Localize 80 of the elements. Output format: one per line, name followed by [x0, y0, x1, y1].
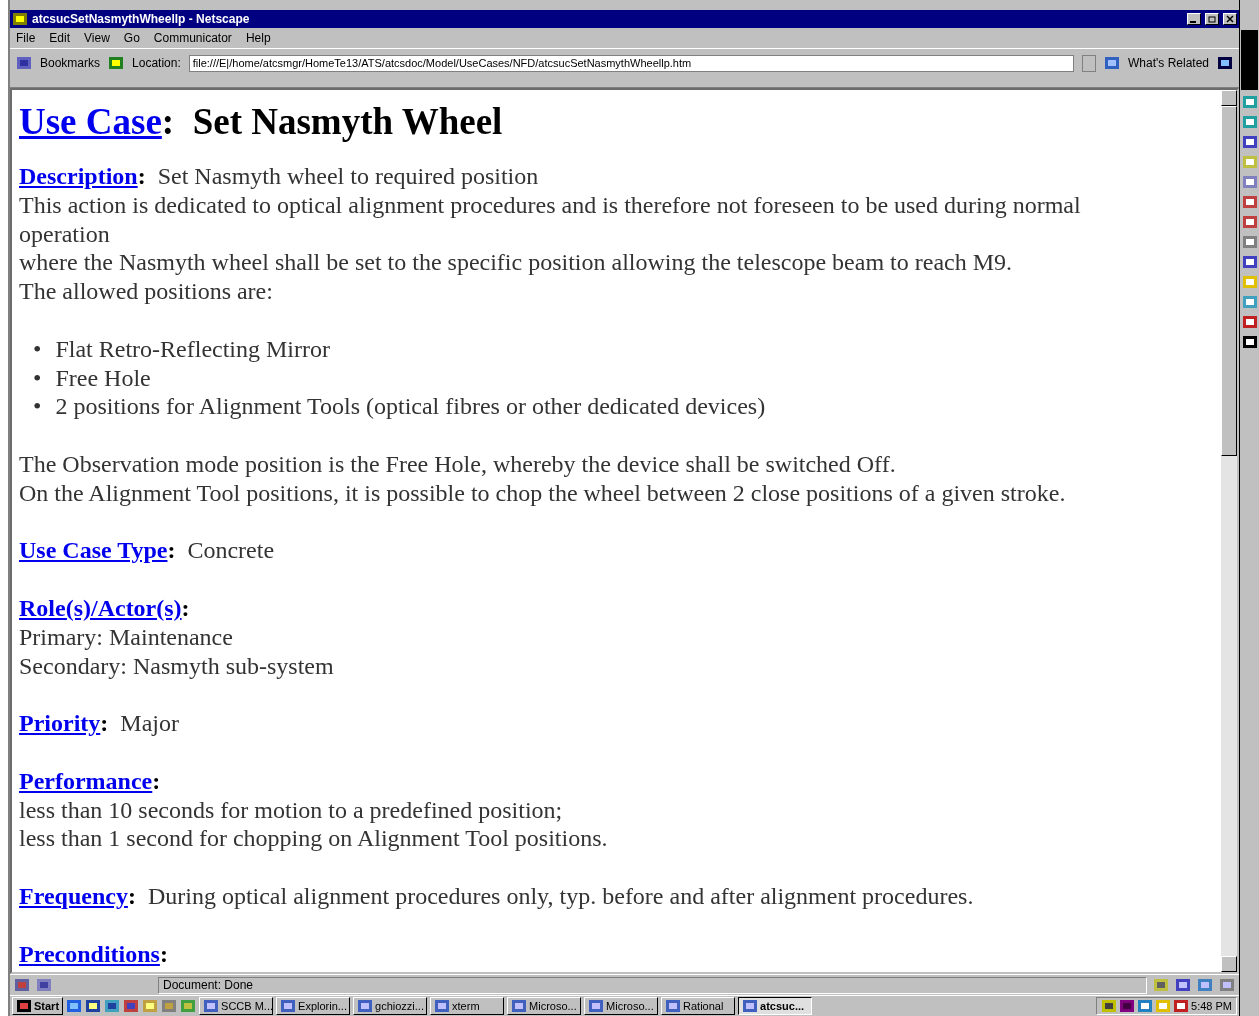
use-case-link[interactable]: Use Case — [19, 101, 162, 142]
menu-item[interactable]: File — [16, 31, 36, 45]
window-icon — [511, 998, 528, 1014]
taskbar-button[interactable]: gchiozzi... — [353, 997, 428, 1015]
taskbar-button[interactable]: SCCB M... — [199, 997, 274, 1015]
colon: : — [152, 767, 161, 794]
taskbar-button[interactable]: Microso... — [584, 997, 659, 1015]
toolbar-icon[interactable] — [1241, 254, 1258, 270]
field-label-link[interactable]: Preconditions — [19, 940, 160, 967]
text-line: The Observation mode position is the Free Hole, whereby the device shall be switched Off. — [19, 449, 897, 479]
field-label-link[interactable]: Frequency — [19, 882, 128, 909]
bullet: • — [33, 363, 42, 393]
menu-item[interactable]: Help — [245, 31, 271, 45]
page-title: Set Nasmyth Wheel — [191, 101, 503, 142]
window-icon — [280, 998, 297, 1014]
field-label-link[interactable]: Performance — [19, 767, 153, 794]
text-line: On the Alignment Tool positions, it is possible to chop the wheel between 2 close positions of a given stroke. — [19, 478, 1067, 508]
text-line: The allowed positions are: — [19, 277, 274, 306]
field-value: Concrete — [186, 537, 275, 564]
window-title: atcsucSetNasmythWheellp - Netscape — [32, 12, 251, 26]
tray-icon[interactable] — [1119, 998, 1136, 1014]
field-value: During optical alignment procedures only, typ. before and after alignment procedures. — [146, 882, 974, 909]
bullet-item: 2 positions for Alignment Tools (optical fibres or other dedicated devices) — [55, 392, 766, 422]
colon: : — [127, 882, 136, 909]
taskbar-button[interactable]: Rational — [661, 997, 736, 1015]
location-field[interactable]: file:///E|/home/atcsmgr/HomeTe13/ATS/atcsdoc/Model/UseCases/NFD/atcsucSetNasmythWheellp.htm — [188, 54, 1074, 72]
close-button[interactable] — [1223, 13, 1237, 25]
window-icon — [742, 998, 759, 1014]
text-line: Secondary: Nasmyth sub-system — [19, 651, 335, 681]
window-icon — [434, 998, 451, 1014]
colon: : — [137, 163, 146, 189]
window-icon — [665, 998, 682, 1014]
text-line: less than 1 second for chopping on Alignment Tool positions. — [19, 824, 609, 854]
taskbar-button[interactable]: atcsuc... — [738, 997, 813, 1015]
start-button[interactable]: Start — [12, 997, 64, 1015]
toolbar-icon[interactable] — [1241, 134, 1258, 150]
text-line: where the Nasmyth wheel shall be set to the specific position allowing the telescope beam to reach M9. — [19, 248, 1014, 278]
toolbar-icon[interactable] — [1241, 314, 1258, 330]
restore-button[interactable] — [1205, 13, 1219, 25]
whats-related-button[interactable]: What's Related — [1128, 56, 1209, 70]
bookmarks-button[interactable]: Bookmarks — [40, 56, 101, 70]
field-value: Set Nasmyth wheel to required position — [156, 163, 539, 189]
taskbar-button[interactable]: xterm — [430, 997, 505, 1015]
colon: : — [159, 940, 168, 967]
menu-item[interactable]: Edit — [49, 31, 71, 45]
text-line: less than 10 seconds for motion to a predefined position; — [19, 795, 564, 825]
minimize-button[interactable] — [1187, 13, 1201, 25]
restore-icon — [1208, 15, 1216, 23]
bullet-item: Free Hole — [55, 363, 151, 393]
window-icon — [588, 998, 605, 1014]
colon: : — [167, 537, 176, 564]
taskbar-button[interactable]: Explorin... — [276, 997, 351, 1015]
text-line: Primary: Maintenance — [19, 622, 234, 652]
window-icon — [203, 998, 220, 1014]
menu-item[interactable]: Communicator — [153, 31, 232, 45]
location-label: Location: — [132, 56, 181, 70]
field-label-link[interactable]: Priority — [19, 710, 101, 737]
field-label-link[interactable]: Use Case Type — [19, 537, 168, 564]
app-icon — [12, 11, 28, 27]
taskbar-button[interactable]: Microso... — [507, 997, 582, 1015]
toolbar-icon[interactable] — [1241, 334, 1258, 350]
close-icon — [1226, 15, 1234, 23]
scrollbar[interactable] — [1221, 90, 1237, 972]
app-icon[interactable] — [123, 998, 140, 1014]
window-icon — [357, 998, 374, 1014]
status-text: Document: Done — [158, 976, 1147, 994]
clock: 5:48 PM — [1191, 1000, 1232, 1012]
field-value: Major — [119, 710, 179, 737]
colon: : — [161, 101, 175, 142]
bullet: • — [33, 392, 42, 422]
tray-icon[interactable] — [1137, 998, 1154, 1014]
bullet-item: Flat Retro-Reflecting Mirror — [55, 334, 330, 364]
bullet: • — [33, 334, 42, 364]
tray-icon[interactable] — [1173, 998, 1190, 1014]
colon: : — [181, 594, 190, 621]
field-label-link[interactable]: Description — [19, 163, 138, 189]
colon: : — [100, 710, 109, 737]
menu-item[interactable]: View — [84, 31, 110, 45]
field-label-link[interactable]: Role(s)/Actor(s) — [19, 594, 182, 621]
menu-item[interactable]: Go — [123, 31, 140, 45]
